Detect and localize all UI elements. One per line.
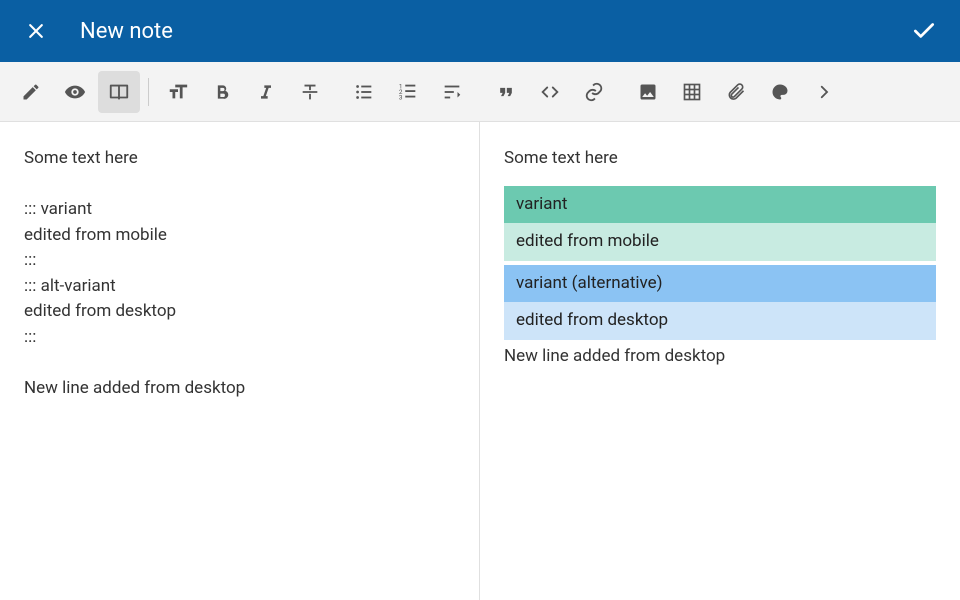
preview-tail-text: New line added from desktop <box>504 344 936 370</box>
bullet-list-icon <box>353 81 375 103</box>
svg-text:3: 3 <box>399 93 403 101</box>
image-icon <box>638 82 658 102</box>
text-size-icon <box>167 81 189 103</box>
split-mode-button[interactable] <box>98 71 140 113</box>
number-list-icon: 123 <box>397 81 419 103</box>
titlebar: New note <box>0 0 960 62</box>
variant-body: edited from desktop <box>504 302 936 340</box>
pencil-icon <box>21 82 41 102</box>
toolbar-separator <box>148 78 149 106</box>
variant-body: edited from mobile <box>504 223 936 261</box>
preview-mode-button[interactable] <box>54 71 96 113</box>
variant-block: variantedited from mobile <box>504 186 936 261</box>
text-size-button[interactable] <box>157 71 199 113</box>
palette-icon <box>770 82 790 102</box>
quote-icon <box>496 82 516 102</box>
strike-icon <box>299 81 321 103</box>
check-icon <box>911 18 937 44</box>
editor-split: Some text here ::: variant edited from m… <box>0 122 960 600</box>
edit-mode-button[interactable] <box>10 71 52 113</box>
quote-button[interactable] <box>485 71 527 113</box>
variant-header: variant (alternative) <box>504 265 936 303</box>
palette-button[interactable] <box>759 71 801 113</box>
toolbar-more-button[interactable] <box>803 71 845 113</box>
close-button[interactable] <box>16 11 56 51</box>
table-icon <box>682 82 702 102</box>
strike-button[interactable] <box>289 71 331 113</box>
book-icon <box>108 81 130 103</box>
attach-icon <box>726 82 746 102</box>
sort-icon <box>441 81 463 103</box>
page-title: New note <box>80 19 904 44</box>
preview-pane: Some text here variantedited from mobile… <box>480 122 960 600</box>
italic-button[interactable] <box>245 71 287 113</box>
preview-intro-text: Some text here <box>504 146 936 172</box>
variant-block: variant (alternative)edited from desktop <box>504 265 936 340</box>
bold-icon <box>212 82 232 102</box>
image-button[interactable] <box>627 71 669 113</box>
link-icon <box>583 81 605 103</box>
number-list-button[interactable]: 123 <box>387 71 429 113</box>
code-icon <box>539 81 561 103</box>
editor-pane[interactable]: Some text here ::: variant edited from m… <box>0 122 480 600</box>
close-icon <box>26 21 46 41</box>
bold-button[interactable] <box>201 71 243 113</box>
confirm-button[interactable] <box>904 11 944 51</box>
italic-icon <box>256 82 276 102</box>
variant-header: variant <box>504 186 936 224</box>
toolbar: 123 <box>0 62 960 122</box>
link-button[interactable] <box>573 71 615 113</box>
table-button[interactable] <box>671 71 713 113</box>
code-button[interactable] <box>529 71 571 113</box>
indent-button[interactable] <box>431 71 473 113</box>
chevron-right-icon <box>815 83 833 101</box>
eye-icon <box>64 81 86 103</box>
attach-button[interactable] <box>715 71 757 113</box>
bullet-list-button[interactable] <box>343 71 385 113</box>
